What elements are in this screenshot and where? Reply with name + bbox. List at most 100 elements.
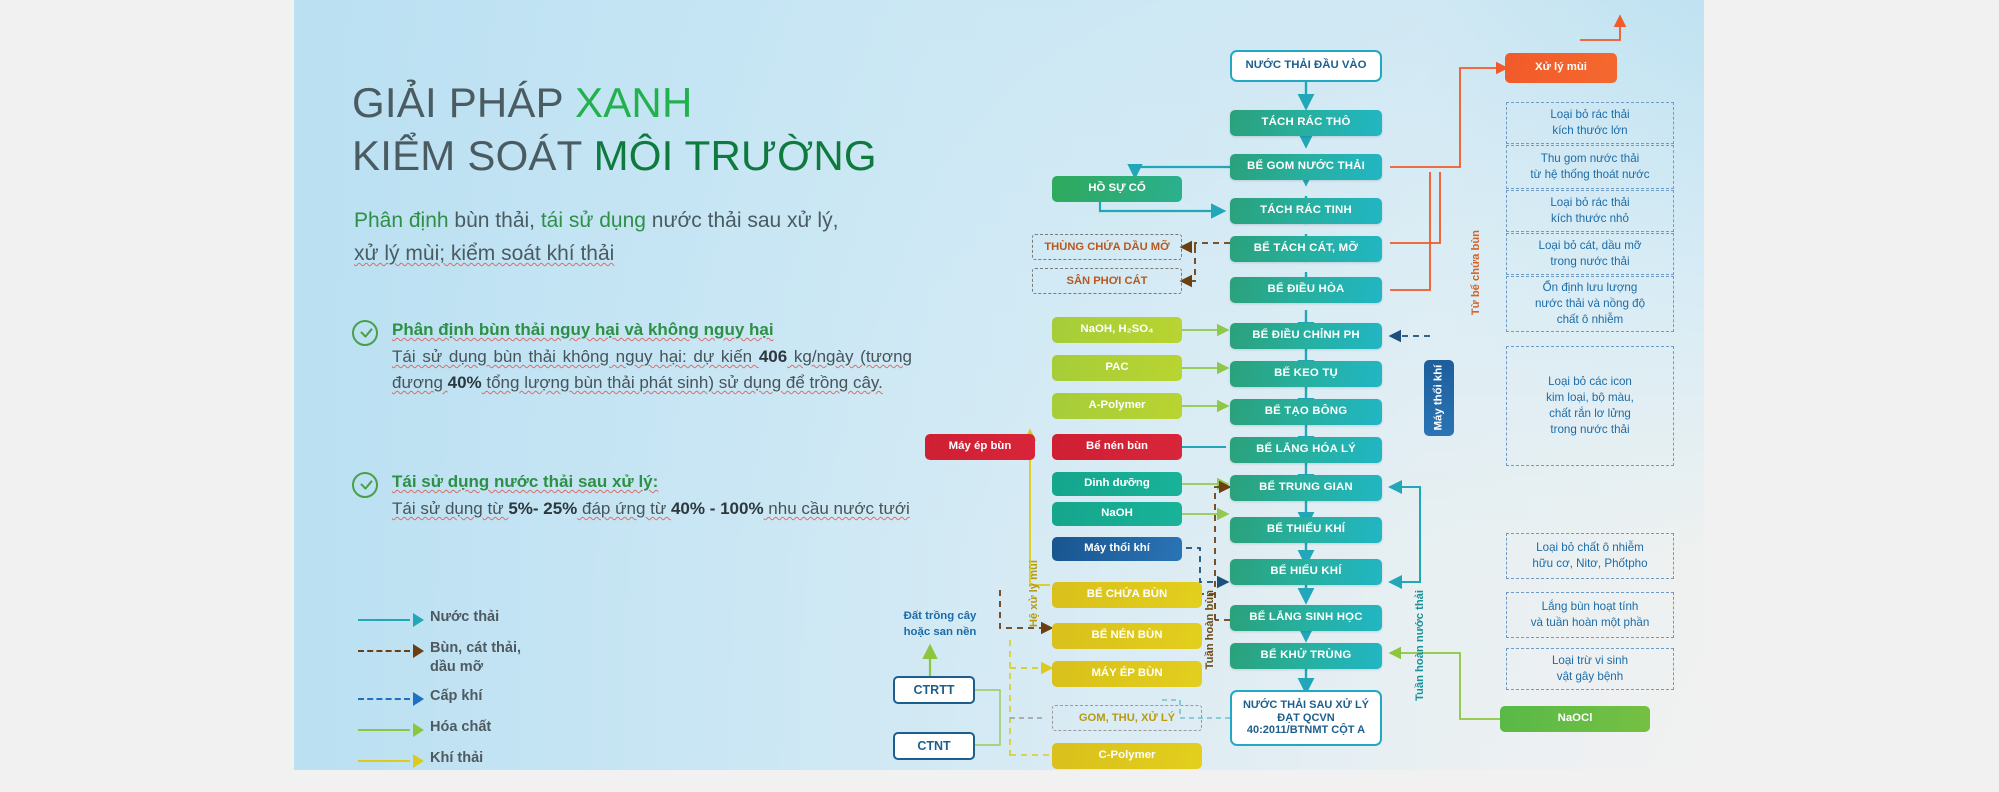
annotation-3-line2: kích thước nhỏ <box>1551 212 1629 225</box>
flow-node-ctnt[interactable]: CTNT <box>893 732 975 760</box>
legend-label-0: Nước thải <box>430 609 500 625</box>
legend-arrow-dashed-icon <box>358 642 430 660</box>
flow-node-gom-thu-xu-ly[interactable]: GOM, THU, XỬ LÝ <box>1052 705 1202 731</box>
flow-node-outflow[interactable]: NƯỚC THẢI SAU XỬ LÝ ĐẠT QCVN 40:2011/BTN… <box>1230 690 1382 746</box>
legend-label-1-line2: dầu mỡ <box>430 659 484 675</box>
flow-node-be-nen-bun-red-label: Bể nén bùn <box>1085 440 1148 453</box>
flow-node-ho-su-co-label: HỒ SỰ CỐ <box>1088 182 1146 195</box>
subtitle-part-xu-ly-mui: xử lý mùi; kiểm soát khí thải <box>354 242 615 265</box>
flow-node-may-ep-bun[interactable]: MÁY ÉP BÙN <box>1052 661 1202 687</box>
flow-node-pac[interactable]: PAC <box>1052 355 1182 381</box>
legend-label-1: Bùn, cát thải, dầu mỡ <box>430 639 521 677</box>
title-line-1: GIẢI PHÁP XANH <box>352 76 972 129</box>
annotation-1-line1: Loại bỏ rác thải <box>1550 108 1630 121</box>
title-part-moi-truong: MÔI TRƯỜNG <box>593 132 877 179</box>
bullet-1-value-40pct: 40% <box>447 373 482 392</box>
flow-node-be-trung-gian[interactable]: BỂ TRUNG GIAN <box>1230 475 1382 501</box>
flow-node-be-hieu-khi-label: BỂ HIẾU KHÍ <box>1270 565 1342 578</box>
annotation-8: Lắng bùn hoạt tính và tuần hoàn một phần <box>1506 592 1674 638</box>
title-part-xanh: XANH <box>574 79 693 126</box>
outflow-line-3: 40:2011/BTNMT CỘT A <box>1246 724 1366 737</box>
edge-label-he-xu-ly-mui: Hệ xử lý mùi <box>1028 560 1040 628</box>
flow-node-xu-ly-mui-label: Xử lý mùi <box>1535 61 1587 74</box>
infographic-root: GIẢI PHÁP XANH KIỂM SOÁT MÔI TRƯỜNG Phân… <box>0 0 1999 792</box>
label-dat-trong-cay-line2: hoặc san nền <box>903 626 977 638</box>
bullet-2-value-demand: 40% - 100% <box>670 499 764 518</box>
flow-node-be-lang-sinh-hoc[interactable]: BỂ LẮNG SINH HỌC <box>1230 605 1382 631</box>
annotation-6-line4: trong nước thải <box>1550 423 1630 436</box>
annotation-2: Thu gom nước thải từ hệ thống thoát nước <box>1506 145 1674 189</box>
bullet-2-text-c: nhu cầu nước tưới <box>763 499 910 518</box>
flow-node-be-gom-nuoc-thai[interactable]: BỂ GOM NƯỚC THẢI <box>1230 154 1382 180</box>
flow-node-dinh-duong-label: Dinh dưỡng <box>1084 477 1150 490</box>
flow-node-be-dieu-hoa-label: BỂ ĐIỀU HÒA <box>1267 283 1345 296</box>
annotation-8-line2: và tuần hoàn một phần <box>1530 616 1650 629</box>
bullet-1-heading: Phân định bùn thải nguy hại và không ngu… <box>392 320 774 339</box>
flow-node-c-polymer-label: C-Polymer <box>1098 749 1156 762</box>
flow-node-be-tao-bong[interactable]: BỂ TẠO BÔNG <box>1230 399 1382 425</box>
bullet-1-text-c: tổng lượng bùn thải phát sinh) sử dụng đ… <box>481 373 883 392</box>
flow-node-be-chua-bun[interactable]: BỂ CHỨA BÙN <box>1052 582 1202 608</box>
flow-node-be-gom-nuoc-thai-label: BỂ GOM NƯỚC THẢI <box>1247 160 1365 173</box>
flow-node-naoh[interactable]: NaOH <box>1052 502 1182 526</box>
annotation-5-line2: nước thải và nồng độ <box>1534 297 1646 310</box>
flow-node-be-tach-cat-mo[interactable]: BỂ TÁCH CÁT, MỠ <box>1230 236 1382 262</box>
annotation-2-line2: từ hệ thống thoát nước <box>1530 168 1650 181</box>
edge-label-tuan-hoan-nuoc-thai: Tuần hoàn nước thải <box>1414 590 1426 701</box>
bullet-2-text-b: đáp ứng từ <box>577 499 671 518</box>
flow-node-xu-ly-mui[interactable]: Xử lý mùi <box>1505 53 1617 83</box>
flow-node-may-thoi-khi-label: Máy thổi khí <box>1084 542 1150 555</box>
flow-node-tach-rac-tinh[interactable]: TÁCH RÁC TINH <box>1230 198 1382 224</box>
page-subtitle: Phân định bùn thải, tái sử dụng nước thả… <box>354 204 954 270</box>
flow-node-be-nen-bun[interactable]: BỂ NÉN BÙN <box>1052 623 1202 649</box>
legend: Nước thải Bùn, cát thải, dầu mỡ Cấp khí H… <box>358 608 521 780</box>
annotation-9-line2: vật gây bệnh <box>1556 670 1624 683</box>
flow-node-be-thieu-khi-label: BỂ THIẾU KHÍ <box>1266 523 1346 536</box>
flow-node-may-thoi-khi-vertical[interactable]: Máy thổi khí <box>1424 360 1454 436</box>
flow-node-be-nen-bun-red[interactable]: Bể nén bùn <box>1052 434 1182 460</box>
flow-node-be-khu-trung[interactable]: BỂ KHỬ TRÙNG <box>1230 643 1382 669</box>
bullet-item-2: Tái sử dụng nước thải sau xử lý: Tái sử … <box>352 470 912 522</box>
flow-node-thung-chua-dau-mo[interactable]: THÙNG CHỨA DẦU MỠ <box>1032 234 1182 260</box>
flow-node-may-thoi-khi[interactable]: Máy thổi khí <box>1052 537 1182 561</box>
subtitle-part-bun-thai: bùn thải, <box>448 209 541 232</box>
flow-node-be-thieu-khi[interactable]: BỂ THIẾU KHÍ <box>1230 517 1382 543</box>
flow-node-san-phoi-cat[interactable]: SÂN PHƠI CÁT <box>1032 268 1182 294</box>
flow-node-san-phoi-cat-label: SÂN PHƠI CÁT <box>1066 274 1148 287</box>
legend-item-nuoc-thai: Nước thải <box>358 608 521 629</box>
flow-node-ho-su-co[interactable]: HỒ SỰ CỐ <box>1052 176 1182 202</box>
title-part-kiem-soat: KIỂM SOÁT <box>352 132 594 179</box>
flow-node-ctrtt-label: CTRTT <box>913 682 955 697</box>
flow-node-be-dieu-chinh-ph[interactable]: BỂ ĐIỀU CHỈNH PH <box>1230 323 1382 349</box>
flow-node-be-lang-hoa-ly-label: BỂ LẮNG HÓA LÝ <box>1256 443 1356 456</box>
flow-node-may-ep-bun-red-label: Máy ép bùn <box>948 440 1012 453</box>
flow-node-be-dieu-hoa[interactable]: BỂ ĐIỀU HÒA <box>1230 277 1382 303</box>
flow-node-naocl[interactable]: NaOCl <box>1500 706 1650 732</box>
flow-node-be-lang-hoa-ly[interactable]: BỂ LẮNG HÓA LÝ <box>1230 437 1382 463</box>
flow-node-be-chua-bun-label: BỂ CHỨA BÙN <box>1086 588 1168 601</box>
flow-node-ctrtt[interactable]: CTRTT <box>893 676 975 704</box>
check-circle-icon <box>352 320 378 346</box>
flow-node-be-keo-tu-label: BỂ KEO TỤ <box>1274 367 1338 380</box>
annotation-7-line1: Loại bỏ chất ô nhiễm <box>1536 541 1644 554</box>
subtitle-part-phan-dinh: Phân định <box>354 209 449 232</box>
flow-node-inflow[interactable]: NƯỚC THẢI ĐẦU VÀO <box>1230 50 1382 82</box>
flow-node-naoh-h2so4[interactable]: NaOH, H₂SO₄ <box>1052 317 1182 343</box>
check-circle-icon <box>352 472 378 498</box>
flow-node-be-keo-tu[interactable]: BỂ KEO TỤ <box>1230 361 1382 387</box>
flow-node-may-ep-bun-red[interactable]: Máy ép bùn <box>925 434 1035 460</box>
legend-item-khi-thai: Khí thải <box>358 749 521 770</box>
flow-node-tach-rac-tho[interactable]: TÁCH RÁC THÔ <box>1230 110 1382 136</box>
flow-node-be-hieu-khi[interactable]: BỂ HIẾU KHÍ <box>1230 559 1382 585</box>
flow-node-a-polymer[interactable]: A-Polymer <box>1052 393 1182 419</box>
edge-label-tuan-hoan-bun: Tuần hoàn bùn <box>1204 590 1216 670</box>
flow-node-naocl-label: NaOCl <box>1557 712 1593 725</box>
annotation-4: Loại bỏ cát, dầu mỡ trong nước thải <box>1506 233 1674 275</box>
flow-node-a-polymer-label: A-Polymer <box>1088 399 1146 412</box>
flow-node-tach-rac-tinh-label: TÁCH RÁC TINH <box>1260 204 1352 217</box>
flow-node-be-lang-sinh-hoc-label: BỂ LẮNG SINH HỌC <box>1249 611 1363 624</box>
flow-node-c-polymer[interactable]: C-Polymer <box>1052 743 1202 769</box>
flow-node-ctnt-label: CTNT <box>917 738 951 753</box>
flow-node-dinh-duong[interactable]: Dinh dưỡng <box>1052 472 1182 496</box>
annotation-9: Loại trừ vi sinh vật gây bệnh <box>1506 648 1674 690</box>
